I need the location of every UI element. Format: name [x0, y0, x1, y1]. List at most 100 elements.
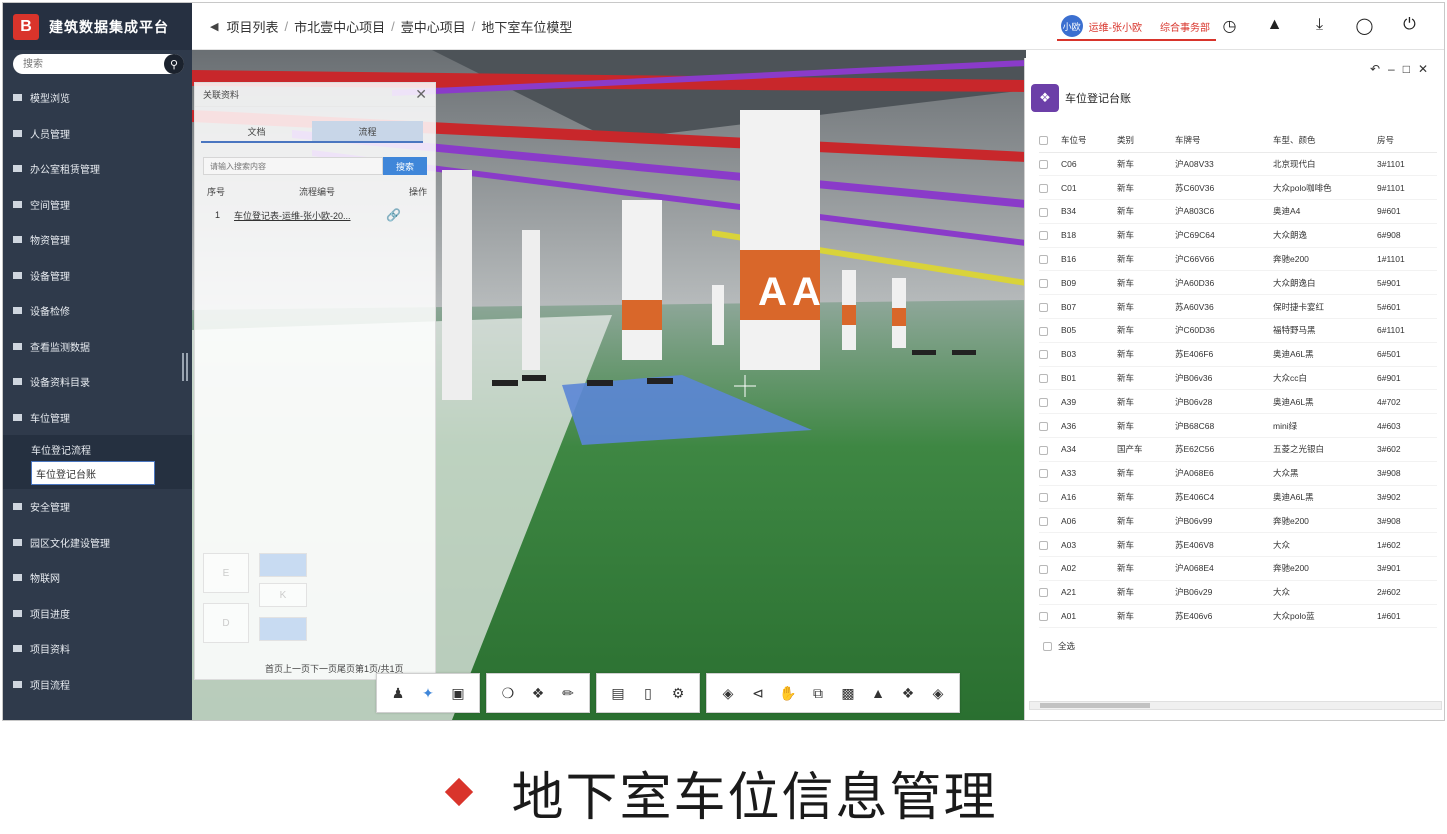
avatar[interactable]: 小欧: [1060, 15, 1083, 37]
tab-documents[interactable]: 文档: [201, 121, 312, 143]
sidebar-item[interactable]: 园区文化建设管理: [3, 525, 192, 561]
cube-rotate-icon[interactable]: ❍: [493, 685, 523, 702]
sidebar-item[interactable]: 项目进度: [3, 596, 192, 632]
assoc-search-input[interactable]: [203, 157, 383, 175]
row-checkbox[interactable]: [1039, 588, 1048, 598]
sidebar-subitem-parking-flow[interactable]: 车位登记流程: [29, 437, 174, 461]
link-icon[interactable]: 🔗: [386, 208, 401, 222]
process-link[interactable]: 车位登记表-运维-张小欧-20...: [234, 209, 372, 222]
sidebar-item[interactable]: 设备检修: [3, 293, 192, 329]
table-row[interactable]: B09 新车 沪A60D36 大众朗逸白 5#901: [1039, 270, 1437, 296]
download-icon[interactable]: ⤓: [1297, 16, 1342, 36]
copy-icon[interactable]: ⧉: [803, 685, 833, 702]
view-control-e[interactable]: E: [203, 553, 249, 593]
sidebar-item[interactable]: 物联网: [3, 560, 192, 596]
row-checkbox[interactable]: [1039, 469, 1048, 479]
row-checkbox[interactable]: [1039, 326, 1048, 336]
row-checkbox[interactable]: [1039, 564, 1048, 574]
bell-icon[interactable]: ▲: [1252, 16, 1297, 36]
walk-icon[interactable]: ✦: [413, 685, 443, 702]
row-checkbox[interactable]: [1039, 445, 1048, 455]
row-checkbox[interactable]: [1039, 279, 1048, 288]
table-row[interactable]: A39 新车 沪B06v28 奥迪A6L黑 4#702: [1039, 389, 1437, 415]
breadcrumb-item[interactable]: 市北壹中心项目: [294, 17, 385, 36]
table-row[interactable]: A16 新车 苏E406C4 奥迪A6L黑 3#902: [1039, 485, 1437, 510]
sidebar-item[interactable]: 设备资料目录: [3, 364, 192, 400]
view-control-top[interactable]: [259, 553, 307, 577]
tab-process[interactable]: 流程: [312, 121, 423, 143]
table-row[interactable]: A02 新车 沪A068E4 奔驰e200 3#901: [1039, 556, 1437, 581]
sidebar-item[interactable]: 项目流程: [3, 667, 192, 703]
table-row[interactable]: A03 新车 苏E406V8 大众 1#602: [1039, 532, 1437, 558]
sidebar-item[interactable]: 车位管理: [3, 400, 192, 436]
row-checkbox[interactable]: [1039, 516, 1048, 526]
assoc-search-button[interactable]: 搜索: [383, 157, 427, 175]
scrollbar-thumb[interactable]: [1040, 703, 1150, 708]
row-checkbox[interactable]: [1039, 207, 1048, 217]
view-control-d[interactable]: D: [203, 603, 249, 643]
tree-icon[interactable]: ▲: [863, 685, 893, 701]
horizontal-scrollbar[interactable]: [1029, 701, 1442, 710]
minimize-icon[interactable]: –: [1388, 62, 1403, 76]
paint-icon[interactable]: ◈: [923, 685, 953, 702]
table-row[interactable]: A34 国产车 苏E62C56 五菱之光银白 3#602: [1039, 437, 1437, 462]
sidebar-item[interactable]: 查看监测数据: [3, 329, 192, 365]
table-row[interactable]: B03 新车 苏E406F6 奥迪A6L黑 6#501: [1039, 342, 1437, 367]
person-locate-icon[interactable]: ♟: [383, 685, 413, 702]
doc-icon[interactable]: ▤: [603, 685, 633, 702]
table-row[interactable]: C01 新车 苏C60V36 大众polo咖啡色 9#1101: [1039, 175, 1437, 201]
sidebar-collapse-handle[interactable]: [182, 353, 188, 381]
sidebar-item[interactable]: 空间管理: [3, 187, 192, 223]
sidebar-item[interactable]: 物资管理: [3, 222, 192, 258]
user-box[interactable]: 小欧 运维-张小欧 综合事务部: [1056, 13, 1216, 41]
table-row[interactable]: B07 新车 苏A60V36 保时捷卡宴红 5#601: [1039, 294, 1437, 320]
row-checkbox[interactable]: [1039, 612, 1048, 622]
sidebar-subitem-parking-ledger[interactable]: 车位登记台账: [31, 461, 155, 485]
row-checkbox[interactable]: [1039, 255, 1048, 265]
close-icon[interactable]: ✕: [1418, 62, 1436, 76]
search-input[interactable]: [13, 54, 153, 75]
view-control-k[interactable]: K: [259, 583, 307, 607]
select-all-checkbox[interactable]: [1043, 641, 1052, 651]
restore-icon[interactable]: ↶: [1370, 62, 1388, 76]
table-row[interactable]: B05 新车 沪C60D36 福特野马黑 6#1101: [1039, 318, 1437, 343]
close-icon[interactable]: ✕: [415, 86, 427, 103]
breadcrumb-item[interactable]: 壹中心项目: [401, 17, 466, 36]
chevron-left-icon[interactable]: ◀: [210, 20, 218, 33]
table-row[interactable]: A01 新车 苏E406v6 大众polo蓝 1#601: [1039, 604, 1437, 629]
row-checkbox[interactable]: [1039, 183, 1048, 193]
table-row[interactable]: B18 新车 沪C69C64 大众朗逸 6#908: [1039, 223, 1437, 248]
search-icon[interactable]: ⚲: [164, 54, 184, 74]
share-icon[interactable]: ⊲: [743, 685, 773, 702]
hand-icon[interactable]: ✋: [773, 685, 803, 702]
user-name[interactable]: 运维-张小欧: [1089, 19, 1142, 34]
device-icon[interactable]: ▯: [633, 685, 663, 702]
table-row[interactable]: A36 新车 沪B68C68 mini绿 4#603: [1039, 413, 1437, 439]
table-row[interactable]: B34 新车 沪A803C6 奥迪A4 9#601: [1039, 199, 1437, 224]
table-row[interactable]: B01 新车 沪B06v36 大众cc白 6#901: [1039, 366, 1437, 391]
sidebar-item[interactable]: 安全管理: [3, 489, 192, 525]
row-checkbox[interactable]: [1039, 540, 1048, 550]
layers-icon[interactable]: ◈: [713, 685, 743, 702]
breadcrumb-item[interactable]: 项目列表: [226, 17, 278, 36]
select-all[interactable]: 全选: [1043, 640, 1075, 652]
table-row[interactable]: B16 新车 沪C66V66 奔驰e200 1#1101: [1039, 247, 1437, 272]
sidebar-item[interactable]: 项目资料: [3, 631, 192, 667]
measure-icon[interactable]: ✏: [553, 685, 583, 702]
header-checkbox[interactable]: [1039, 135, 1048, 145]
camera-icon[interactable]: ▣: [443, 685, 473, 702]
sidebar-item[interactable]: 设备管理: [3, 258, 192, 294]
row-checkbox[interactable]: [1039, 397, 1048, 407]
row-checkbox[interactable]: [1039, 160, 1048, 170]
section-icon[interactable]: ❖: [893, 685, 923, 702]
table-row[interactable]: A21 新车 沪B06v29 大众 2#602: [1039, 580, 1437, 605]
user-department[interactable]: 综合事务部: [1160, 19, 1210, 34]
row-checkbox[interactable]: [1039, 350, 1048, 360]
maximize-icon[interactable]: □: [1403, 62, 1418, 76]
box-icon[interactable]: ▩: [833, 685, 863, 702]
table-row[interactable]: C06 新车 沪A08V33 北京现代白 3#1101: [1039, 152, 1437, 177]
explode-icon[interactable]: ❖: [523, 685, 553, 702]
row-checkbox[interactable]: [1039, 421, 1048, 431]
row-checkbox[interactable]: [1039, 231, 1048, 241]
sidebar-item[interactable]: 办公室租赁管理: [3, 151, 192, 187]
